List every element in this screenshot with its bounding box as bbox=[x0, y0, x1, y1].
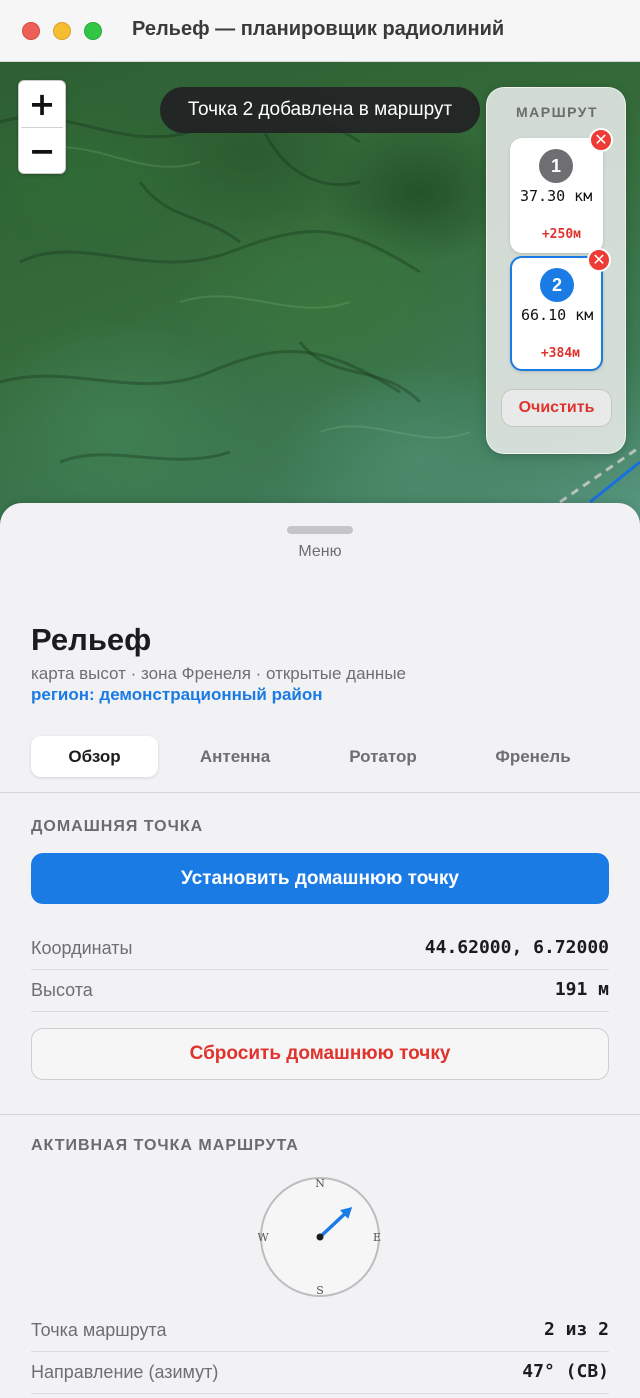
route-point-index-row: Точка маршрута 2 из 2 bbox=[31, 1310, 609, 1352]
title-bar: Рельеф — планировщик радиолиний bbox=[0, 0, 640, 62]
route-point-distance: 66.10 км bbox=[521, 306, 594, 324]
zoom-in-button[interactable]: + bbox=[19, 81, 65, 127]
maximize-window-button[interactable] bbox=[84, 22, 102, 40]
azimuth-row: Направление (азимут) 47° (СВ) bbox=[31, 1352, 609, 1394]
close-window-button[interactable] bbox=[22, 22, 40, 40]
route-point-elevation-gain: +250м bbox=[541, 227, 581, 242]
toast-notification: Точка 2 добавлена в маршрут bbox=[160, 87, 480, 133]
minimize-window-button[interactable] bbox=[53, 22, 71, 40]
tab-antenna[interactable]: Антенна bbox=[171, 736, 299, 777]
section-divider bbox=[0, 792, 640, 793]
route-point-number: 2 bbox=[540, 268, 574, 302]
set-home-point-button[interactable]: Установить домашнюю точку bbox=[31, 853, 609, 904]
tab-fresnel[interactable]: Френель bbox=[469, 736, 597, 777]
app-name-heading: Рельеф bbox=[31, 622, 152, 657]
row-label: Точка маршрута bbox=[31, 1320, 167, 1340]
row-value: 44.62000, 6.72000 bbox=[424, 937, 609, 958]
route-point-distance: 37.30 км bbox=[520, 187, 593, 205]
active-point-section-title: АКТИВНАЯ ТОЧКА МАРШРУТА bbox=[31, 1137, 299, 1154]
row-value: 191 м bbox=[554, 979, 609, 1000]
sheet-menu-label[interactable]: Меню bbox=[0, 543, 640, 561]
bottom-sheet: Меню Рельеф карта высот · зона Френеля ·… bbox=[0, 503, 640, 1398]
route-point-card-1[interactable]: 1 37.30 км +250м ✕ bbox=[510, 128, 613, 253]
compass-south-label: S bbox=[316, 1284, 324, 1297]
row-value: 2 из 2 bbox=[543, 1319, 609, 1340]
row-value: 47° (СВ) bbox=[522, 1361, 609, 1382]
route-panel-title: МАРШРУТ bbox=[515, 104, 599, 120]
row-label: Координаты bbox=[31, 938, 133, 958]
compass-west-label: W bbox=[258, 1231, 269, 1244]
remove-point-icon[interactable]: ✕ bbox=[589, 128, 613, 152]
route-panel: МАРШРУТ 1 37.30 км +250м ✕ 2 66.10 км +3… bbox=[486, 87, 626, 454]
terrain-map[interactable]: + − Точка 2 добавлена в маршрут МАРШРУТ … bbox=[0, 62, 640, 532]
compass-east-label: E bbox=[373, 1231, 381, 1244]
home-coordinates-row: Координаты 44.62000, 6.72000 bbox=[31, 928, 609, 970]
section-divider bbox=[0, 1114, 640, 1115]
zoom-out-button[interactable]: − bbox=[19, 128, 65, 174]
sheet-grabber-handle[interactable] bbox=[287, 526, 353, 534]
route-point-card-2[interactable]: 2 66.10 км +384м ✕ bbox=[510, 248, 611, 371]
app-subtitle: карта высот · зона Френеля · открытые да… bbox=[31, 664, 406, 683]
region-label: регион: демонстрационный район bbox=[31, 685, 323, 704]
tab-overview[interactable]: Обзор bbox=[31, 736, 158, 777]
remove-point-icon[interactable]: ✕ bbox=[587, 248, 611, 272]
row-label: Направление (азимут) bbox=[31, 1362, 219, 1382]
reset-home-point-button[interactable]: Сбросить домашнюю точку bbox=[31, 1028, 609, 1080]
row-label: Высота bbox=[31, 980, 93, 1000]
route-point-number: 1 bbox=[539, 149, 573, 183]
tab-bar: Обзор Антенна Ротатор Френель bbox=[31, 736, 609, 778]
home-section-title: ДОМАШНЯЯ ТОЧКА bbox=[31, 818, 204, 835]
home-elevation-row: Высота 191 м bbox=[31, 970, 609, 1012]
zoom-control: + − bbox=[18, 80, 66, 174]
compass-center-dot bbox=[316, 1233, 324, 1241]
route-point-elevation-gain: +384м bbox=[540, 346, 580, 361]
clear-route-button[interactable]: Очистить bbox=[501, 389, 612, 427]
tab-rotator[interactable]: Ротатор bbox=[319, 736, 447, 777]
compass-north-label: N bbox=[315, 1177, 325, 1190]
window-title: Рельеф — планировщик радиолиний bbox=[132, 18, 505, 40]
azimuth-compass: N E S W bbox=[258, 1177, 381, 1297]
